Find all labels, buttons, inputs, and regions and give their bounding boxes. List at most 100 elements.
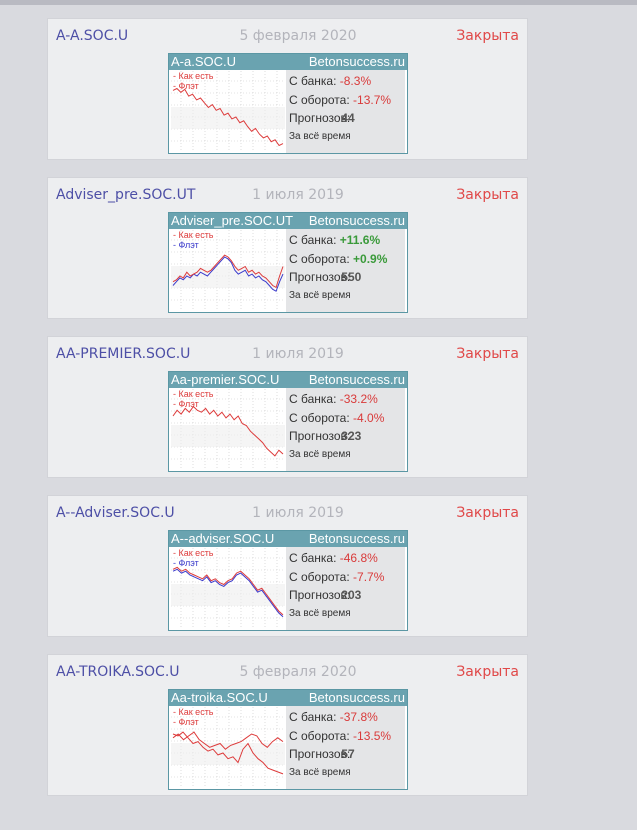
stats-panel: С банка: -37.8% С оборота: -13.5% Прогно… (286, 706, 405, 789)
turnover-label: С оборота: (289, 729, 350, 743)
signal-name-link[interactable]: A-A.SOC.U (56, 28, 128, 44)
signal-card: A--Adviser.SOC.U 1 июля 2019 Закрыта A--… (47, 495, 528, 637)
signal-name-link[interactable]: Adviser_pre.SOC.UT (56, 187, 195, 203)
widget-header: Aa-premier.SOC.U Betonsuccess.ru (169, 372, 407, 388)
legend-as-is: - Как есть (173, 389, 214, 399)
bank-label: С банка: (289, 74, 337, 88)
widget-site: Betonsuccess.ru (308, 690, 405, 705)
bank-row: С банка: -8.3% (289, 74, 371, 88)
legend-as-is: - Как есть (173, 548, 214, 558)
turnover-label: С оборота: (289, 411, 350, 425)
legend-as-is: - Как есть (173, 707, 214, 717)
turnover-value: -13.5% (353, 729, 392, 743)
turnover-row: С оборота: +0.9% (289, 252, 387, 266)
all-time-label: За всё время (289, 767, 351, 778)
widget-header: Aa-troika.SOC.U Betonsuccess.ru (169, 690, 407, 706)
signal-card: AA-PREMIER.SOC.U 1 июля 2019 Закрыта Aa-… (47, 336, 528, 478)
stats-panel: С банка: -46.8% С оборота: -7.7% Прогноз… (286, 547, 405, 630)
bank-value: -46.8% (339, 551, 378, 565)
all-time-label: За всё время (289, 449, 351, 460)
status-closed: Закрыта (456, 187, 519, 203)
all-time-label: За всё время (289, 608, 351, 619)
widget-site: Betonsuccess.ru (308, 531, 405, 546)
turnover-label: С оборота: (289, 252, 350, 266)
signal-date: 1 июля 2019 (252, 505, 344, 521)
legend-flat: - Флэт (173, 81, 199, 91)
chart-svg: - Как есть- Флэт (171, 230, 285, 310)
bank-row: С банка: +11.6% (289, 233, 380, 247)
signal-card: A-A.SOC.U 5 февраля 2020 Закрыта A-a.SOC… (47, 18, 528, 160)
widget-title: A--adviser.SOC.U (171, 531, 275, 546)
forecasts-row: Прогнозов:323 (289, 429, 361, 443)
forecasts-value: 203 (341, 588, 362, 602)
status-closed: Закрыта (456, 346, 519, 362)
turnover-row: С оборота: -4.0% (289, 411, 384, 425)
turnover-value: -4.0% (353, 411, 385, 425)
signal-date: 1 июля 2019 (252, 187, 344, 203)
stats-widget[interactable]: Aa-premier.SOC.U Betonsuccess.ru - Как е… (168, 371, 408, 472)
chart-svg: - Как есть- Флэт (171, 548, 285, 628)
bank-label: С банка: (289, 392, 337, 406)
signal-card: AA-TROIKA.SOC.U 5 февраля 2020 Закрыта A… (47, 654, 528, 796)
profit-chart: - Как есть - Флэт (171, 230, 285, 310)
chart-band (171, 425, 285, 447)
status-closed: Закрыта (456, 28, 519, 44)
stats-widget[interactable]: Aa-troika.SOC.U Betonsuccess.ru - Как ес… (168, 689, 408, 790)
stats-panel: С банка: -8.3% С оборота: -13.7% Прогноз… (286, 70, 405, 153)
turnover-label: С оборота: (289, 570, 350, 584)
all-time-label: За всё время (289, 290, 351, 301)
signal-name-link[interactable]: A--Adviser.SOC.U (56, 505, 175, 521)
profit-chart: - Как есть - Флэт (171, 389, 285, 469)
profit-chart: - Как есть - Флэт (171, 71, 285, 151)
legend-flat: - Флэт (173, 240, 199, 250)
signal-name-link[interactable]: AA-PREMIER.SOC.U (56, 346, 190, 362)
signal-date: 5 февраля 2020 (239, 28, 357, 44)
bank-label: С банка: (289, 710, 337, 724)
widget-site: Betonsuccess.ru (308, 372, 405, 387)
forecasts-row: Прогнозов:44 (289, 111, 355, 125)
legend-flat: - Флэт (173, 558, 199, 568)
turnover-label: С оборота: (289, 93, 350, 107)
widget-site: Betonsuccess.ru (308, 54, 405, 69)
stats-widget[interactable]: A-a.SOC.U Betonsuccess.ru - Как есть - Фл… (168, 53, 408, 154)
legend-as-is: - Как есть (173, 71, 214, 81)
profit-chart: - Как есть - Флэт (171, 707, 285, 787)
chart-svg: - Как есть- Флэт (171, 71, 285, 151)
turnover-row: С оборота: -7.7% (289, 570, 384, 584)
status-closed: Закрыта (456, 505, 519, 521)
turnover-row: С оборота: -13.5% (289, 729, 391, 743)
stats-widget[interactable]: A--adviser.SOC.U Betonsuccess.ru - Как е… (168, 530, 408, 631)
bank-row: С банка: -33.2% (289, 392, 378, 406)
profit-chart: - Как есть - Флэт (171, 548, 285, 628)
stats-widget[interactable]: Adviser_pre.SOC.UT Betonsuccess.ru - Как… (168, 212, 408, 313)
signal-card: Adviser_pre.SOC.UT 1 июля 2019 Закрыта A… (47, 177, 528, 319)
stats-panel: С банка: -33.2% С оборота: -4.0% Прогноз… (286, 388, 405, 471)
turnover-row: С оборота: -13.7% (289, 93, 391, 107)
stats-panel: С банка: +11.6% С оборота: +0.9% Прогноз… (286, 229, 405, 312)
bank-label: С банка: (289, 233, 337, 247)
chart-band (171, 584, 285, 606)
widget-title: Aa-troika.SOC.U (171, 690, 268, 705)
forecasts-value: 323 (341, 429, 362, 443)
top-bar (0, 0, 637, 5)
bank-value: +11.6% (339, 233, 381, 247)
signal-date: 5 февраля 2020 (239, 664, 357, 680)
forecasts-value: 57 (341, 747, 355, 761)
chart-svg: - Как есть- Флэт (171, 707, 285, 787)
status-closed: Закрыта (456, 664, 519, 680)
all-time-label: За всё время (289, 131, 351, 142)
legend-flat: - Флэт (173, 399, 199, 409)
forecasts-value: 550 (341, 270, 362, 284)
widget-title: A-a.SOC.U (171, 54, 237, 69)
widget-title: Adviser_pre.SOC.UT (171, 213, 294, 228)
turnover-value: -13.7% (353, 93, 392, 107)
signal-name-link[interactable]: AA-TROIKA.SOC.U (56, 664, 180, 680)
bank-label: С банка: (289, 551, 337, 565)
signal-date: 1 июля 2019 (252, 346, 344, 362)
forecasts-row: Прогнозов:550 (289, 270, 361, 284)
turnover-value: +0.9% (353, 252, 388, 266)
widget-site: Betonsuccess.ru (308, 213, 405, 228)
widget-title: Aa-premier.SOC.U (171, 372, 280, 387)
widget-header: A--adviser.SOC.U Betonsuccess.ru (169, 531, 407, 547)
widget-header: A-a.SOC.U Betonsuccess.ru (169, 54, 407, 70)
